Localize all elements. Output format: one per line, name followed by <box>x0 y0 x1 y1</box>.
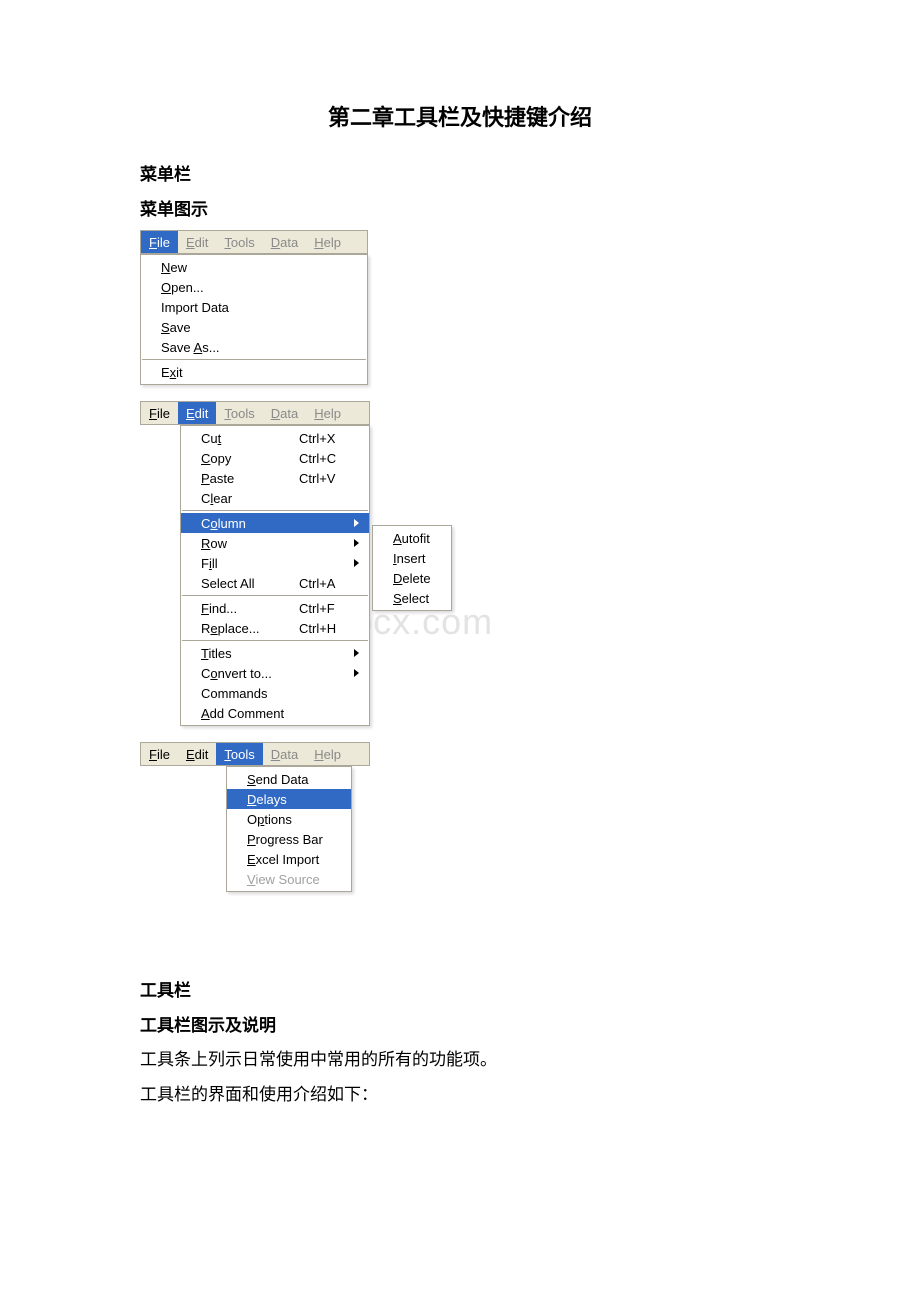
column-select[interactable]: Select <box>373 588 451 608</box>
section-menu-illus: 菜单图示 <box>140 195 780 220</box>
tools-send-data[interactable]: Send Data <box>227 769 351 789</box>
section-menu: 菜单栏 <box>140 160 780 185</box>
tools-view-source[interactable]: View Source <box>227 869 351 889</box>
edit-commands[interactable]: Commands <box>181 683 369 703</box>
menubar-file[interactable]: File <box>141 231 178 253</box>
file-open[interactable]: Open... <box>141 277 367 297</box>
page-title: 第二章工具栏及快捷键介绍 <box>140 100 780 132</box>
menubar: File Edit Tools Data Help <box>140 742 370 766</box>
edit-dropdown: CutCtrl+X CopyCtrl+C PasteCtrl+V Clear C… <box>180 425 370 726</box>
menubar-tools[interactable]: Tools <box>216 231 262 253</box>
file-import-data[interactable]: Import Data <box>141 297 367 317</box>
edit-clear[interactable]: Clear <box>181 488 369 508</box>
separator <box>182 640 368 641</box>
column-autofit[interactable]: Autofit <box>373 528 451 548</box>
chevron-right-icon <box>354 539 359 547</box>
chevron-right-icon <box>354 559 359 567</box>
edit-cut[interactable]: CutCtrl+X <box>181 428 369 448</box>
toolbar-para-2: 工具栏的界面和使用介绍如下： <box>140 1081 780 1108</box>
separator <box>182 510 368 511</box>
chevron-right-icon <box>354 519 359 527</box>
menubar-file[interactable]: File <box>141 743 178 765</box>
toolbar-para-1: 工具条上列示日常使用中常用的所有的功能项。 <box>140 1046 780 1073</box>
section-toolbar: 工具栏 <box>140 976 780 1001</box>
edit-find[interactable]: Find...Ctrl+F <box>181 598 369 618</box>
tools-menu-screenshot: File Edit Tools Data Help Send Data Dela… <box>140 742 780 892</box>
edit-column[interactable]: Column <box>181 513 369 533</box>
section-toolbar-illus: 工具栏图示及说明 <box>140 1011 780 1036</box>
chevron-right-icon <box>354 669 359 677</box>
edit-replace[interactable]: Replace...Ctrl+H <box>181 618 369 638</box>
menubar-data[interactable]: Data <box>263 743 306 765</box>
menubar-data[interactable]: Data <box>263 402 306 424</box>
separator <box>142 359 366 360</box>
menubar-edit[interactable]: Edit <box>178 743 216 765</box>
menubar-tools[interactable]: Tools <box>216 743 262 765</box>
file-new[interactable]: New <box>141 257 367 277</box>
menubar-tools[interactable]: Tools <box>216 402 262 424</box>
edit-convert-to[interactable]: Convert to... <box>181 663 369 683</box>
menubar-file[interactable]: File <box>141 402 178 424</box>
separator <box>182 595 368 596</box>
menubar-data[interactable]: Data <box>263 231 306 253</box>
file-menu-screenshot: File Edit Tools Data Help New Open... Im… <box>140 230 368 385</box>
tools-progress-bar[interactable]: Progress Bar <box>227 829 351 849</box>
chevron-right-icon <box>354 649 359 657</box>
edit-fill[interactable]: Fill <box>181 553 369 573</box>
menubar: File Edit Tools Data Help <box>140 230 368 254</box>
tools-options[interactable]: Options <box>227 809 351 829</box>
column-submenu: Autofit Insert Delete Select <box>372 525 452 611</box>
column-delete[interactable]: Delete <box>373 568 451 588</box>
file-save[interactable]: Save <box>141 317 367 337</box>
edit-titles[interactable]: Titles <box>181 643 369 663</box>
tools-dropdown: Send Data Delays Options Progress Bar Ex… <box>226 766 352 892</box>
file-exit[interactable]: Exit <box>141 362 367 382</box>
edit-add-comment[interactable]: Add Comment <box>181 703 369 723</box>
file-dropdown: New Open... Import Data Save Save As... … <box>140 254 368 385</box>
menubar-help[interactable]: Help <box>306 743 349 765</box>
tools-excel-import[interactable]: Excel Import <box>227 849 351 869</box>
menubar-help[interactable]: Help <box>306 402 349 424</box>
menubar: File Edit Tools Data Help <box>140 401 370 425</box>
menubar-edit[interactable]: Edit <box>178 231 216 253</box>
edit-copy[interactable]: CopyCtrl+C <box>181 448 369 468</box>
edit-row[interactable]: Row <box>181 533 369 553</box>
tools-delays[interactable]: Delays <box>227 789 351 809</box>
edit-select-all[interactable]: Select AllCtrl+A <box>181 573 369 593</box>
edit-menu-screenshot: www.bdocx.com File Edit Tools Data Help … <box>140 401 460 726</box>
file-save-as[interactable]: Save As... <box>141 337 367 357</box>
menubar-help[interactable]: Help <box>306 231 349 253</box>
column-insert[interactable]: Insert <box>373 548 451 568</box>
edit-paste[interactable]: PasteCtrl+V <box>181 468 369 488</box>
menubar-edit[interactable]: Edit <box>178 402 216 424</box>
